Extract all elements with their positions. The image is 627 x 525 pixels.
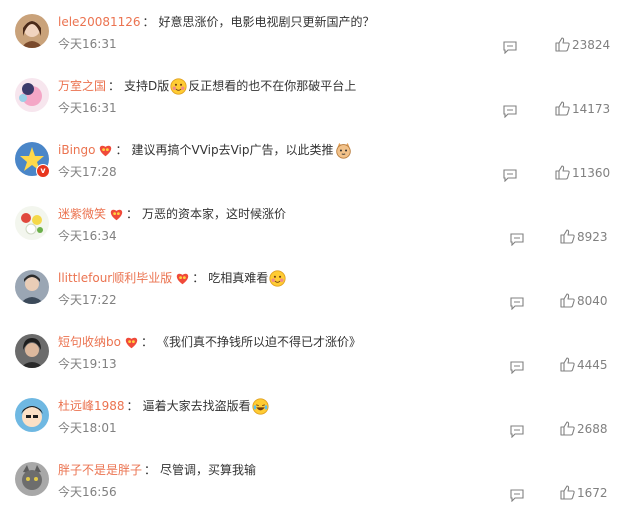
- like-count: 8923: [577, 230, 608, 244]
- avatar[interactable]: [15, 78, 49, 112]
- fan-badge-icon: [175, 272, 190, 285]
- like-thumb-icon[interactable]: [560, 293, 575, 308]
- comment-line: lele20081126：好意思涨价，电影电视剧只更新国产的？: [58, 13, 375, 31]
- reply-icon[interactable]: [510, 295, 524, 311]
- reply-icon[interactable]: [510, 359, 524, 375]
- comment-line: 短句收纳bo ：《我们真不挣钱所以迫不得已才涨价》: [58, 333, 361, 351]
- like-thumb-icon[interactable]: [560, 229, 575, 244]
- comment-time: 今天19:13: [58, 357, 117, 371]
- comment-text-continued: 反正想看的也不在你那破平台上: [188, 79, 357, 93]
- comment-line: llittlefour顺利毕业版 ：吃相真难看: [58, 269, 287, 287]
- comment-item: 胖子不是是胖子：尽管调，买算我输今天16:56 1672: [0, 448, 627, 512]
- reply-icon[interactable]: [503, 167, 517, 183]
- like-count: 14173: [572, 102, 611, 116]
- comment-text: 万恶的资本家，这时候涨价: [142, 207, 287, 221]
- cat-face-emoji-icon: [335, 142, 352, 159]
- colon-separator: ：: [126, 207, 139, 221]
- reply-icon[interactable]: [510, 423, 524, 439]
- comment-line: 杜远峰1988：逼着大家去找盗版看: [58, 397, 270, 415]
- comment-time: 今天17:22: [58, 293, 117, 307]
- comment-line: 万室之国：支持D版 反正想看的也不在你那破平台上: [58, 77, 356, 95]
- comment-time: 今天16:31: [58, 37, 117, 51]
- like-thumb-icon[interactable]: [555, 165, 570, 180]
- comment-text: 尽管调，买算我输: [160, 463, 257, 477]
- colon-separator: ：: [140, 335, 153, 349]
- smile-blush-emoji-icon: [170, 77, 187, 95]
- colon-separator: ：: [115, 143, 128, 157]
- username-link[interactable]: 万室之国: [58, 77, 106, 95]
- comment-item: llittlefour顺利毕业版 ：吃相真难看今天17:22 8040: [0, 256, 627, 320]
- comment-text: 建议再搞个VVip去Vip广告，以此类推: [131, 143, 334, 157]
- like-count: 4445: [577, 358, 608, 372]
- colon-separator: ：: [192, 271, 205, 285]
- comment-item: 万室之国：支持D版 反正想看的也不在你那破平台上今天16:31 14173: [0, 64, 627, 128]
- like-count: 11360: [572, 166, 611, 180]
- reply-icon[interactable]: [510, 487, 524, 503]
- username-link[interactable]: lele20081126: [58, 13, 141, 31]
- comment-list: lele20081126：好意思涨价，电影电视剧只更新国产的？ 今天16:31 23…: [0, 0, 627, 525]
- comment-line: 胖子不是是胖子：尽管调，买算我输: [58, 461, 256, 479]
- like-count: 8040: [577, 294, 608, 308]
- like-count: 23824: [572, 38, 611, 52]
- comment-text: 吃相真难看: [208, 271, 269, 285]
- comment-time: 今天16:34: [58, 229, 117, 243]
- avatar[interactable]: [15, 398, 49, 432]
- comment-item: v iBingo ：建议再搞个VVip去Vip广告，以此类推 今天17:28 11360: [0, 128, 627, 192]
- comment-text: 《我们真不挣钱所以迫不得已才涨价》: [156, 335, 361, 349]
- colon-separator: ：: [108, 79, 121, 93]
- avatar[interactable]: [15, 334, 49, 368]
- comment-item: lele20081126：好意思涨价，电影电视剧只更新国产的？ 今天16:31 23…: [0, 0, 627, 64]
- comment-time: 今天16:56: [58, 485, 117, 499]
- fan-badge-icon: [124, 336, 139, 349]
- comment-line: iBingo ：建议再搞个VVip去Vip广告，以此类推: [58, 141, 353, 159]
- like-count: 1672: [577, 486, 608, 500]
- username-link[interactable]: 短句收纳bo: [58, 333, 121, 351]
- colon-separator: ：: [142, 15, 155, 29]
- comment-item: 迷紫微笑 ：万恶的资本家，这时候涨价今天16:34 8923: [0, 192, 627, 256]
- reply-icon[interactable]: [510, 231, 524, 247]
- username-link[interactable]: llittlefour顺利毕业版: [58, 269, 172, 287]
- like-thumb-icon[interactable]: [560, 485, 575, 500]
- like-thumb-icon[interactable]: [555, 101, 570, 116]
- like-thumb-icon[interactable]: [560, 357, 575, 372]
- avatar[interactable]: [15, 462, 49, 496]
- like-thumb-icon[interactable]: [555, 37, 570, 52]
- colon-separator: ：: [144, 463, 157, 477]
- avatar[interactable]: [15, 270, 49, 304]
- fan-badge-icon: [109, 208, 124, 221]
- fan-badge-icon: [98, 144, 113, 157]
- username-link[interactable]: 迷紫微笑: [58, 205, 106, 223]
- reply-icon[interactable]: [503, 39, 517, 55]
- laugh-cry-emoji-icon: [252, 397, 269, 415]
- like-thumb-icon[interactable]: [560, 421, 575, 436]
- comment-text: 逼着大家去找盗版看: [142, 399, 251, 413]
- comment-time: 今天17:28: [58, 165, 117, 179]
- username-link[interactable]: 杜远峰1988: [58, 397, 125, 415]
- comment-time: 今天18:01: [58, 421, 117, 435]
- comment-text: 支持D版: [124, 79, 170, 93]
- avatar[interactable]: [15, 14, 49, 48]
- verified-badge-icon: v: [36, 164, 50, 178]
- username-link[interactable]: iBingo: [58, 141, 95, 159]
- comment-time: 今天16:31: [58, 101, 117, 115]
- comment-item: 短句收纳bo ：《我们真不挣钱所以迫不得已才涨价》今天19:13 4445: [0, 320, 627, 384]
- like-count: 2688: [577, 422, 608, 436]
- comment-item: 杜远峰1988：逼着大家去找盗版看今天18:01 2688: [0, 384, 627, 448]
- reply-icon[interactable]: [503, 103, 517, 119]
- username-link[interactable]: 胖子不是是胖子: [58, 461, 142, 479]
- comment-line: 迷紫微笑 ：万恶的资本家，这时候涨价: [58, 205, 286, 223]
- colon-separator: ：: [126, 399, 139, 413]
- smile-blush-emoji-icon: [269, 269, 286, 287]
- avatar[interactable]: [15, 206, 49, 240]
- comment-text: 好意思涨价，电影电视剧只更新国产的？: [158, 15, 375, 29]
